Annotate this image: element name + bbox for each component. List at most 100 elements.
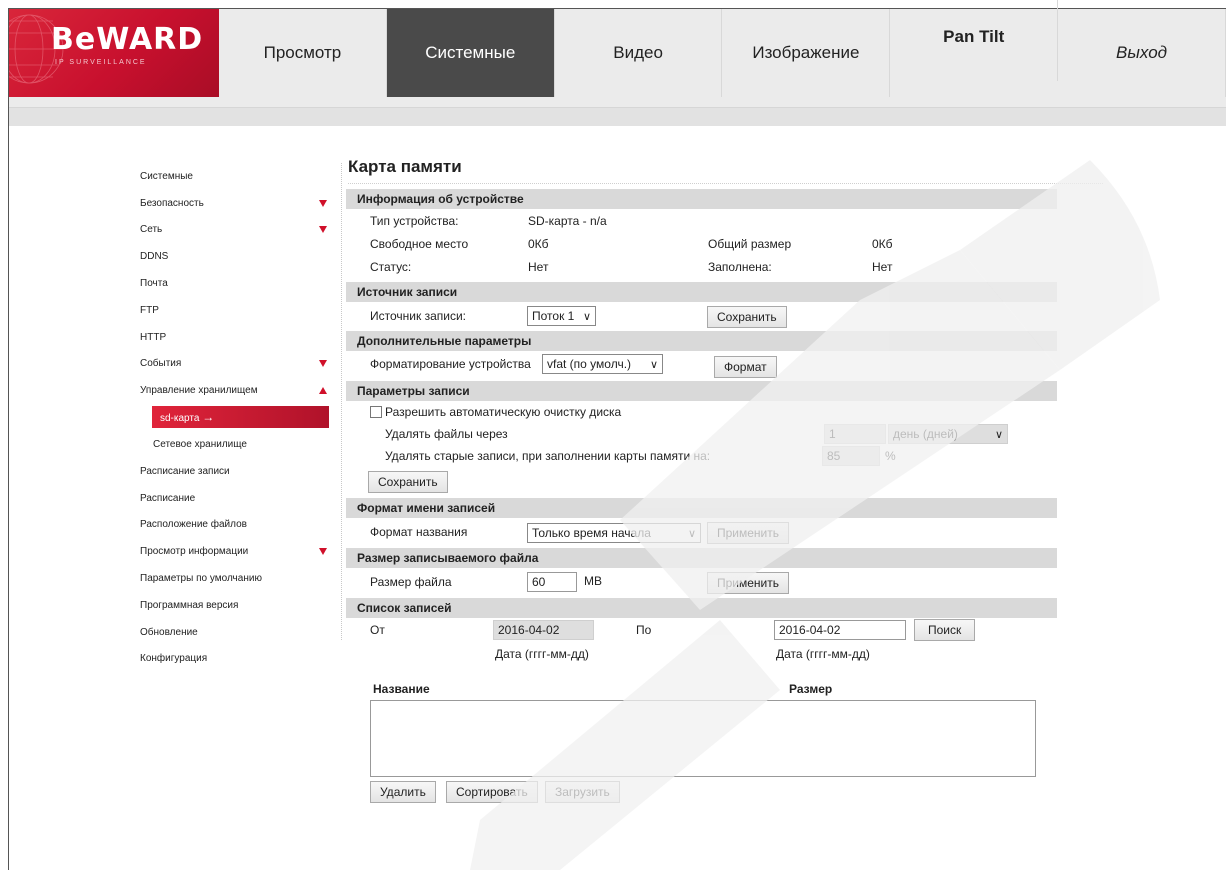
format-button[interactable]: Формат	[714, 356, 777, 378]
sidebar-item-ddns[interactable]: DDNS	[140, 243, 341, 270]
expand-arrow-icon	[319, 199, 327, 207]
search-button[interactable]: Поиск	[914, 619, 976, 641]
to-date-input[interactable]: 2016-04-02	[774, 620, 906, 640]
record-list-box[interactable]	[370, 700, 1036, 777]
sidebar-item-file-location[interactable]: Расположение файлов	[140, 512, 341, 539]
total-size-label: Общий размер	[708, 237, 792, 251]
device-type-label: Тип устройства:	[370, 214, 459, 228]
chevron-down-icon: ∨	[994, 429, 1003, 441]
column-size-header: Размер	[789, 682, 833, 696]
sidebar-item-security[interactable]: Безопасность	[140, 190, 341, 217]
record-list-header: Название Размер	[346, 680, 1057, 700]
file-size-unit: MB	[584, 574, 602, 588]
delete-after-unit-select[interactable]: день (дней) ∨	[888, 424, 1008, 444]
sidebar-item-sd-card[interactable]: sd-карта →	[152, 406, 329, 429]
sort-button[interactable]: Сортировать	[446, 781, 538, 803]
device-type-row: Тип устройства: SD-карта - n/a	[346, 209, 1057, 232]
sidebar-item-info[interactable]: Просмотр информации	[140, 538, 341, 565]
nav-tab-view[interactable]: Просмотр	[219, 9, 387, 97]
auto-clean-row: Разрешить автоматическую очистку диска	[346, 401, 1057, 422]
sidebar-item-schedule[interactable]: Расписание	[140, 485, 341, 512]
full-label: Заполнена:	[708, 260, 772, 274]
format-device-label: Форматирование устройства	[370, 357, 531, 371]
download-button[interactable]: Загрузить	[545, 781, 620, 803]
sidebar: Системные Безопасность Сеть DDNS Почта F…	[140, 163, 342, 664]
nav-tab-system[interactable]: Системные	[386, 9, 555, 97]
page-title: Карта памяти	[348, 150, 1103, 184]
section-extra-params: Дополнительные параметры	[346, 331, 1057, 351]
status-row: Статус: Нет Заполнена: Нет	[346, 255, 1057, 279]
nav-tab-video[interactable]: Видео	[555, 9, 723, 97]
from-label: От	[370, 623, 385, 637]
brand-tagline: IP SURVEILLANCE	[55, 59, 147, 66]
sidebar-item-http[interactable]: HTTP	[140, 324, 341, 351]
beward-logo[interactable]: BeWARD IP SURVEILLANCE	[9, 9, 219, 97]
delete-button[interactable]: Удалить	[370, 781, 436, 803]
sidebar-item-network-storage[interactable]: Сетевое хранилище	[140, 431, 341, 458]
sidebar-item-update[interactable]: Обновление	[140, 619, 341, 646]
sidebar-item-defaults[interactable]: Параметры по умолчанию	[140, 565, 341, 592]
name-format-row: Формат названия Только время начала ∨ Пр…	[346, 518, 1057, 548]
from-date-input[interactable]: 2016-04-02	[493, 620, 594, 640]
header-strip	[9, 107, 1226, 126]
name-format-apply-button[interactable]: Применить	[707, 522, 790, 544]
record-params-save-button[interactable]: Сохранить	[368, 471, 448, 493]
section-device-info: Информация об устройстве	[346, 189, 1057, 209]
sidebar-item-ftp[interactable]: FTP	[140, 297, 341, 324]
record-params-save-row: Сохранить	[346, 468, 1057, 498]
delete-after-row: Удалять файлы через 1 день (дней) ∨	[346, 422, 1057, 444]
filesystem-select[interactable]: vfat (по умолч.) ∨	[542, 354, 663, 374]
sidebar-item-mail[interactable]: Почта	[140, 270, 341, 297]
chevron-down-icon: ∨	[582, 311, 591, 323]
sidebar-item-network[interactable]: Сеть	[140, 217, 341, 244]
file-size-label: Размер файла	[370, 575, 452, 589]
brand-name: BeWARD	[51, 22, 204, 57]
chevron-down-icon: ∨	[649, 359, 658, 371]
section-record-source: Источник записи	[346, 282, 1057, 302]
nav-tab-image[interactable]: Изображение	[722, 9, 891, 97]
record-list-actions: Удалить Сортировать Загрузить	[346, 780, 1057, 806]
sidebar-item-firmware-version[interactable]: Программная версия	[140, 592, 341, 619]
expand-arrow-icon	[319, 226, 327, 234]
status-value: Нет	[528, 260, 549, 274]
file-size-apply-button[interactable]: Применить	[707, 572, 790, 594]
nav-tab-pan-tilt[interactable]: Pan Tilt	[890, 0, 1059, 81]
auto-clean-label: Разрешить автоматическую очистку диска	[385, 405, 622, 419]
auto-clean-checkbox[interactable]	[370, 406, 382, 418]
collapse-arrow-icon	[319, 387, 327, 395]
status-label: Статус:	[370, 260, 412, 274]
free-space-label: Свободное место	[370, 237, 469, 251]
section-record-params: Параметры записи	[346, 381, 1057, 401]
delete-old-row: Удалять старые записи, при заполнении ка…	[346, 444, 1057, 468]
record-source-save-button[interactable]: Сохранить	[707, 306, 787, 328]
delete-after-days-input[interactable]: 1	[824, 424, 886, 444]
record-list-container	[346, 700, 1057, 780]
column-name-header: Название	[373, 682, 430, 696]
name-format-select[interactable]: Только время начала ∨	[527, 523, 701, 543]
format-device-row: Форматирование устройства vfat (по умолч…	[346, 351, 1057, 381]
sidebar-item-config[interactable]: Конфигурация	[140, 646, 341, 673]
sidebar-item-system[interactable]: Системные	[140, 163, 341, 190]
sidebar-item-record-schedule[interactable]: Расписание записи	[140, 458, 341, 485]
device-type-value: SD-карта - n/a	[528, 214, 607, 228]
free-space-row: Свободное место 0Кб Общий размер 0Кб	[346, 232, 1057, 255]
sidebar-item-storage[interactable]: Управление хранилищем	[140, 377, 341, 404]
percent-label: %	[885, 449, 896, 463]
section-name-format: Формат имени записей	[346, 498, 1057, 518]
date-range-row: От 2016-04-02 По 2016-04-02 Поиск	[346, 618, 1057, 642]
file-size-input[interactable]: 60	[527, 572, 577, 592]
delete-old-label: Удалять старые записи, при заполнении ка…	[385, 449, 711, 463]
date-hint-row: Дата (гггг-мм-дд) Дата (гггг-мм-дд)	[346, 642, 1057, 680]
delete-old-percent-input[interactable]: 85	[822, 446, 880, 466]
nav-tab-exit[interactable]: Выход	[1058, 9, 1226, 97]
expand-arrow-icon	[319, 360, 327, 368]
sidebar-item-events[interactable]: События	[140, 351, 341, 378]
to-label: По	[636, 623, 652, 637]
arrow-right-icon: →	[202, 410, 215, 425]
main-content: Карта памяти Информация об устройстве Ти…	[346, 150, 1103, 806]
file-size-row: Размер файла 60 MB Применить	[346, 568, 1057, 598]
record-source-label: Источник записи:	[370, 309, 466, 323]
top-nav: Просмотр Системные Видео Изображение Pan…	[219, 0, 1226, 97]
record-source-select[interactable]: Поток 1 ∨	[527, 306, 596, 326]
expand-arrow-icon	[319, 548, 327, 556]
